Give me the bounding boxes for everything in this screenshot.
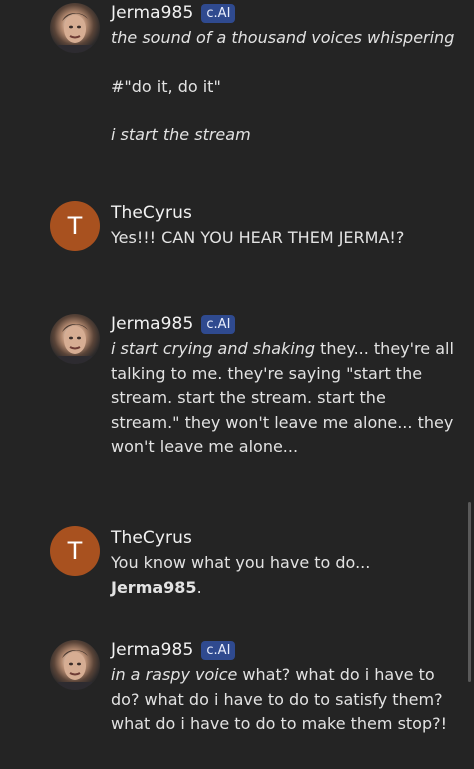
ai-badge: c.AI (201, 3, 236, 23)
message-line: You know what you have to do... (111, 553, 371, 572)
message-text: in a raspy voice what? what do i have to… (111, 663, 456, 737)
mentioned-name: Jerma985 (111, 577, 197, 597)
message-text: the sound of a thousand voices whisperin… (111, 26, 456, 148)
avatar-letter: T (67, 212, 83, 240)
bot-avatar[interactable] (50, 3, 100, 53)
author-name: Jerma985 (111, 314, 194, 334)
author-name: Jerma985 (111, 3, 194, 23)
avatar-letter: T (67, 537, 83, 565)
author-name: TheCyrus (111, 203, 192, 223)
user-avatar[interactable]: T (50, 526, 100, 576)
message-line: . (196, 577, 202, 597)
italic-action: i start crying and shaking (111, 339, 316, 358)
user-avatar[interactable]: T (50, 201, 100, 251)
ai-badge: c.AI (201, 640, 236, 660)
message-text: i start crying and shaking they... they'… (111, 337, 456, 460)
scrollbar-thumb[interactable] (468, 502, 471, 682)
message-line: #"do it, do it" (111, 76, 221, 96)
message-text: Yes!!! CAN YOU HEAR THEM JERMA!? (111, 228, 405, 247)
message-text: You know what you have to do... Jerma985… (111, 551, 456, 600)
italic-action: the sound of a thousand voices whisperin… (111, 28, 455, 47)
bot-avatar[interactable] (50, 640, 100, 690)
bot-avatar[interactable] (50, 314, 100, 364)
author-name: TheCyrus (111, 528, 192, 548)
chat-thread: Jerma985 c.AI the sound of a thousand vo… (0, 0, 474, 769)
author-name: Jerma985 (111, 640, 194, 660)
italic-action: i start the stream (111, 125, 251, 144)
italic-action: in a raspy voice (111, 665, 238, 684)
ai-badge: c.AI (201, 314, 236, 334)
